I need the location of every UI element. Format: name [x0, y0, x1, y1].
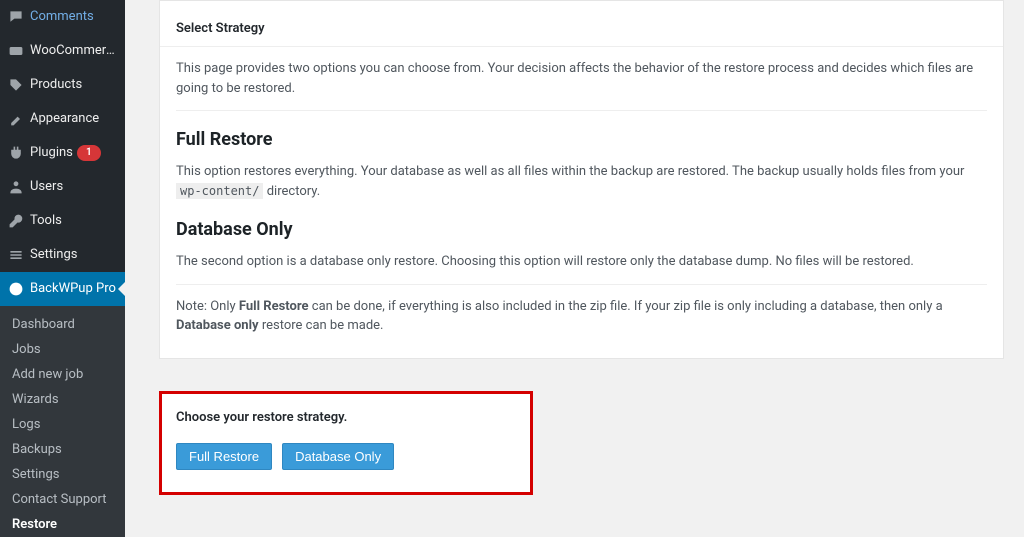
sidebar-item-label: WooCommerce: [30, 42, 117, 60]
sidebar-item-backwpup[interactable]: BackWPup Pro: [0, 272, 125, 306]
full-restore-heading: Full Restore: [176, 129, 987, 150]
users-icon: [6, 177, 26, 197]
submenu-item-wizards[interactable]: Wizards: [0, 387, 125, 412]
sidebar-item-appearance[interactable]: Appearance: [0, 102, 125, 136]
sidebar-item-label: BackWPup Pro: [30, 280, 116, 298]
settings-icon: [6, 245, 26, 265]
woocommerce-icon: [6, 41, 26, 61]
sidebar-item-users[interactable]: Users: [0, 170, 125, 204]
database-only-text: The second option is a database only res…: [176, 252, 987, 272]
submenu-item-restore[interactable]: Restore: [0, 512, 125, 537]
backwpup-submenu: Dashboard Jobs Add new job Wizards Logs …: [0, 306, 125, 537]
strategy-buttons: Full Restore Database Only: [176, 443, 516, 470]
sidebar-item-plugins[interactable]: Plugins 1: [0, 136, 125, 170]
intro-text: This page provides two options you can c…: [176, 59, 987, 98]
plugins-icon: [6, 143, 26, 163]
backwpup-icon: [6, 279, 26, 299]
sidebar-item-woocommerce[interactable]: WooCommerce: [0, 34, 125, 68]
sidebar-item-settings[interactable]: Settings: [0, 238, 125, 272]
full-restore-button[interactable]: Full Restore: [176, 443, 272, 470]
sidebar-item-label: Plugins: [30, 144, 73, 162]
database-only-heading: Database Only: [176, 219, 987, 240]
submenu-item-dashboard[interactable]: Dashboard: [0, 312, 125, 337]
sidebar-item-label: Tools: [30, 212, 62, 230]
sidebar-item-label: Comments: [30, 8, 94, 26]
note-text: Note: Only Full Restore can be done, if …: [176, 297, 987, 336]
comments-icon: [6, 7, 26, 27]
choose-strategy-box: Choose your restore strategy. Full Resto…: [159, 391, 533, 495]
submenu-item-jobs[interactable]: Jobs: [0, 337, 125, 362]
submenu-item-backups[interactable]: Backups: [0, 437, 125, 462]
sidebar-item-label: Products: [30, 76, 82, 94]
database-only-button[interactable]: Database Only: [282, 443, 394, 470]
section-title: Select Strategy: [176, 1, 987, 46]
strategy-panel: Select Strategy This page provides two o…: [159, 0, 1004, 359]
main-content: Select Strategy This page provides two o…: [125, 0, 1024, 537]
appearance-icon: [6, 109, 26, 129]
full-restore-text: This option restores everything. Your da…: [176, 162, 987, 201]
tools-icon: [6, 211, 26, 231]
submenu-item-logs[interactable]: Logs: [0, 412, 125, 437]
sidebar-item-comments[interactable]: Comments: [0, 0, 125, 34]
sidebar-item-tools[interactable]: Tools: [0, 204, 125, 238]
products-icon: [6, 75, 26, 95]
update-count-badge: 1: [77, 145, 101, 161]
sidebar-item-label: Users: [30, 178, 63, 196]
submenu-item-settings[interactable]: Settings: [0, 462, 125, 487]
sidebar-item-products[interactable]: Products: [0, 68, 125, 102]
admin-sidebar: Comments WooCommerce Products Appearance…: [0, 0, 125, 537]
sidebar-item-label: Appearance: [30, 110, 99, 128]
sidebar-item-label: Settings: [30, 246, 77, 264]
submenu-item-add-new-job[interactable]: Add new job: [0, 362, 125, 387]
submenu-item-contact-support[interactable]: Contact Support: [0, 487, 125, 512]
wp-content-code: wp-content/: [176, 183, 263, 199]
choose-strategy-title: Choose your restore strategy.: [176, 410, 516, 425]
